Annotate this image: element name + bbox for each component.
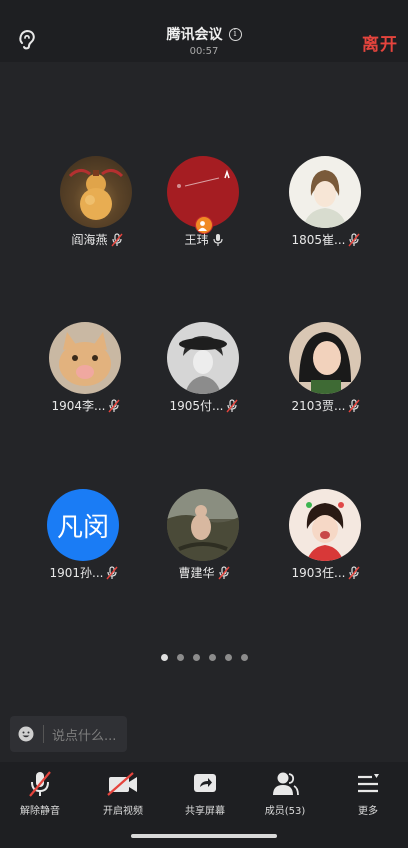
avatar [289,489,361,561]
unmute-button[interactable]: 解除静音 [5,770,75,817]
participant-tile[interactable]: 1805崔... [266,156,386,247]
participant-grid: 阎海燕 王玮 1805崔... 1904李... 1905付... 2103贾.… [0,0,408,600]
avatar-initials: 凡闵 [56,512,109,543]
participant-name: 1901孙... [49,566,104,580]
mic-muted-icon [348,398,361,412]
participant-name: 曹建华 [178,566,215,580]
more-menu-icon [358,774,379,793]
page-dot[interactable] [176,654,184,661]
share-screen-button[interactable]: 共享屏幕 [170,770,240,817]
start-video-button[interactable]: 开启视频 [88,770,158,817]
share-screen-icon [194,774,216,792]
participant-tile[interactable]: 阎海燕 [37,156,157,247]
mic-muted-icon [106,565,119,579]
avatar [167,322,239,394]
more-label: 更多 [358,806,378,817]
mic-muted-icon [348,565,361,579]
home-indicator[interactable] [131,834,277,838]
avatar [289,322,361,394]
mic-muted-icon [226,398,239,412]
chat-input[interactable]: 说点什么... [10,716,127,752]
mic-muted-icon [108,398,121,412]
participant-tile[interactable]: 凡闵 1901孙... [24,489,144,580]
page-dot[interactable] [240,654,248,661]
video-off-icon [107,772,137,796]
avatar [167,489,239,561]
emoji-icon[interactable] [18,726,34,742]
mic-muted-icon [110,232,123,246]
participant-name: 1904李... [51,399,106,413]
avatar [49,322,121,394]
chat-placeholder: 说点什么... [52,728,117,744]
participant-tile[interactable]: 1905付... [144,322,264,413]
participant-name: 阎海燕 [71,233,108,247]
mic-muted-icon [217,565,230,579]
participant-tile[interactable]: 曹建华 [144,489,264,580]
start-video-label: 开启视频 [103,806,143,817]
members-button[interactable]: 成员(53) [250,770,320,817]
page-dot[interactable] [160,654,168,661]
avatar: 凡闵 [47,489,119,561]
avatar [60,156,132,228]
participant-name: 1903任... [291,566,346,580]
page-indicator[interactable] [0,654,408,661]
mic-muted-icon [29,771,51,797]
chat-divider [43,725,44,743]
participant-name: 2103贾... [291,399,346,413]
members-icon [273,772,299,796]
participant-name: 1905付... [169,399,224,413]
unmute-label: 解除静音 [20,806,60,817]
members-label: 成员(53) [264,806,306,817]
participant-tile[interactable]: 王玮 [144,156,264,247]
avatar [289,156,361,228]
participant-tile[interactable]: 2103贾... [266,322,386,413]
participant-tile[interactable]: 1903任... [266,489,386,580]
more-button[interactable]: 更多 [333,770,403,817]
mic-on-icon [212,233,223,246]
mic-muted-icon [348,232,361,246]
participant-name: 1805崔... [291,233,346,247]
participant-tile[interactable]: 1904李... [26,322,146,413]
page-dot[interactable] [208,654,216,661]
share-screen-label: 共享屏幕 [185,806,225,817]
page-dot[interactable] [192,654,200,661]
participant-name: 王玮 [184,233,209,247]
page-dot[interactable] [224,654,232,661]
